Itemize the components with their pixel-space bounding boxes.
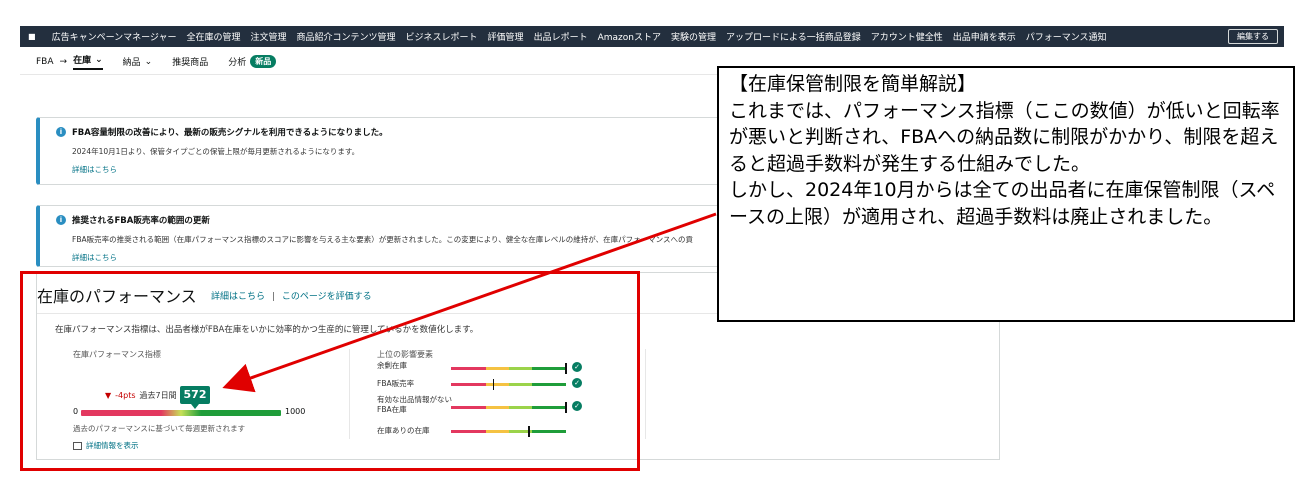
nav-item-business-reports[interactable]: ビジネスレポート [406, 30, 478, 43]
factor-bar-segment [451, 406, 486, 409]
link-separator: | [271, 292, 275, 302]
explanation-callout: 【在庫保管制限を簡単解説】 これまでは、パフォーマンス指標（ここの数値）が低いと… [717, 66, 1295, 322]
factor-bar-segment [508, 367, 532, 370]
factor-stranded-inventory: 有効な出品情報がないFBA在庫 [377, 395, 452, 414]
chevron-down-icon: ⌄ [95, 54, 103, 65]
new-badge: 新品 [250, 55, 277, 68]
nav-item-performance-notifications[interactable]: パフォーマンス通知 [1026, 30, 1107, 43]
factor-bar-segment [508, 383, 532, 386]
edit-button[interactable]: 編集する [1228, 29, 1278, 44]
factor-bar-segment [531, 406, 566, 409]
nav-item-account-health[interactable]: アカウント健全性 [871, 30, 943, 43]
nav-item-manage-experiments[interactable]: 実験の管理 [671, 30, 716, 43]
factor-bar-segment [508, 406, 532, 409]
performance-links: 詳細はこちら | このページを評価する [211, 289, 372, 302]
column-divider [645, 349, 646, 439]
ipi-max-label: 1000 [285, 407, 306, 416]
tab-analytics-label: 分析 [228, 58, 247, 68]
factor-in-stock-inventory: 在庫ありの在庫 [377, 426, 430, 435]
factor-sell-through: FBA販売率 [377, 379, 415, 388]
alert-title: FBA容量制限の改善により、最新の販売シグナルを利用できるようになりました。 [72, 128, 388, 138]
factor-bar-sell-through [451, 379, 566, 390]
breadcrumb-fba[interactable]: FBA [36, 57, 54, 67]
nav-item-inventory-reports[interactable]: 出品レポート [534, 30, 588, 43]
factor-bar-segment [485, 367, 509, 370]
view-details-label: 詳細情報を表示 [86, 441, 139, 450]
down-arrow-icon: ▼ [105, 391, 112, 400]
check-icon: ✓ [572, 362, 582, 372]
nav-item-manage-orders[interactable]: 注文管理 [251, 30, 287, 43]
performance-title: 在庫のパフォーマンス [37, 287, 197, 306]
breadcrumb-arrow: → [59, 56, 68, 67]
ipi-period: 過去7日間 [139, 391, 177, 400]
rate-page-link[interactable]: このページを評価する [282, 292, 372, 302]
ipi-change: ▼ -4pts 過去7日間 [105, 390, 177, 401]
factor-bar-segment [531, 367, 566, 370]
factor-marker [492, 379, 495, 390]
top-navigation-bar: ■ 広告キャンペーンマネージャー 全在庫の管理 注文管理 商品紹介コンテンツ管理… [20, 26, 1284, 47]
nav-item-a-plus-content[interactable]: 商品紹介コンテンツ管理 [297, 30, 396, 43]
factor-marker [528, 426, 530, 437]
check-icon: ✓ [572, 401, 582, 411]
column-divider [349, 349, 350, 439]
factor-bar-excess-inventory [451, 363, 567, 374]
factor-marker [565, 363, 567, 374]
menu-icon[interactable]: ■ [28, 32, 36, 41]
performance-description: 在庫パフォーマンス指標は、出品者様がFBA在庫をいかに効率的かつ生産的に管理して… [55, 325, 479, 335]
nav-item-bulk-upload[interactable]: アップロードによる一括商品登録 [726, 30, 861, 43]
nav-item-ad-campaign-manager[interactable]: 広告キャンペーンマネージャー [52, 30, 177, 43]
factor-marker [565, 402, 567, 413]
tab-recommended[interactable]: 推奨商品 [172, 55, 208, 68]
ipi-update-note: 過去のパフォーマンスに基づいて毎週更新されます [73, 424, 246, 433]
tab-shipments-label: 納品 [122, 58, 141, 68]
ipi-score-badge: 572 [180, 386, 210, 409]
view-details-link[interactable]: 詳細情報を表示 [73, 440, 139, 451]
alert-title: 推奨されるFBA販売率の範囲の更新 [72, 216, 210, 226]
factor-bar-segment [451, 383, 486, 386]
factor-bar-segment [485, 430, 509, 433]
check-icon: ✓ [572, 378, 582, 388]
tab-inventory-label: 在庫 [73, 56, 92, 66]
document-icon [73, 441, 82, 450]
learn-more-link[interactable]: 詳細はこちら [211, 292, 265, 302]
tab-analytics[interactable]: 分析 新品 [228, 55, 277, 68]
ipi-change-value: -4pts [115, 391, 136, 400]
info-icon: i [56, 215, 66, 225]
factor-bar-stranded-inventory [451, 402, 567, 413]
factor-bar-segment [451, 367, 486, 370]
nav-item-amazon-stores[interactable]: Amazonストア [598, 30, 661, 43]
tab-inventory[interactable]: 在庫 ⌄ [73, 53, 103, 70]
factor-excess-inventory: 余剰在庫 [377, 361, 407, 370]
info-icon: i [56, 127, 66, 137]
factor-bar-segment [451, 430, 486, 433]
nav-item-view-applications[interactable]: 出品申請を表示 [953, 30, 1016, 43]
factor-bar-segment [531, 430, 566, 433]
nav-item-feedback-manager[interactable]: 評価管理 [488, 30, 524, 43]
ipi-min-label: 0 [73, 407, 79, 416]
nav-item-manage-all-inventory[interactable]: 全在庫の管理 [186, 30, 240, 43]
factor-bar-in-stock-inventory [451, 426, 566, 437]
top-factors-label: 上位の影響要素 [377, 350, 433, 359]
ipi-gauge-bar [81, 410, 281, 416]
tab-shipments[interactable]: 納品 ⌄ [122, 55, 153, 69]
callout-text: 【在庫保管制限を簡単解説】 これまでは、パフォーマンス指標（ここの数値）が低いと… [729, 73, 1280, 228]
ipi-label: 在庫パフォーマンス指標 [73, 350, 161, 359]
chevron-down-icon: ⌄ [144, 56, 153, 67]
factor-bar-segment [485, 406, 509, 409]
factor-bar-segment [531, 383, 566, 386]
factor-bar-segment [485, 383, 509, 386]
